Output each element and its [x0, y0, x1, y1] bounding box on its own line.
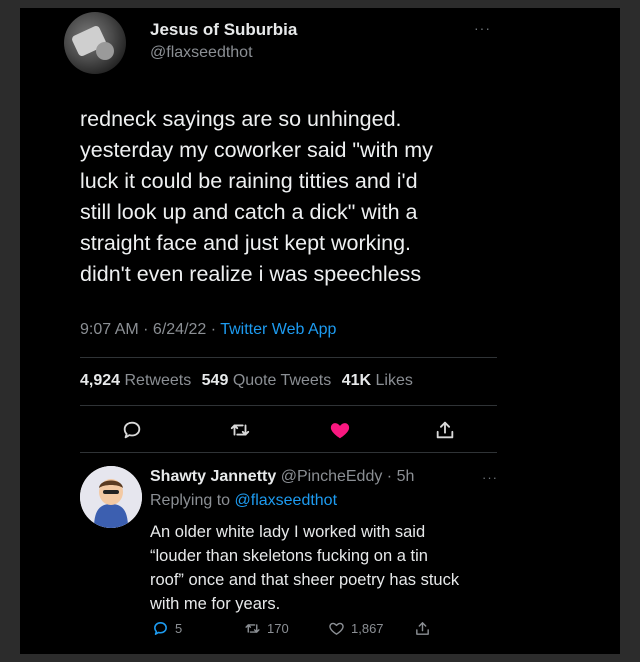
reply-more-options-icon[interactable]: ··· — [482, 470, 498, 485]
reply-retweets-count: 170 — [267, 621, 289, 636]
reply-reply-button[interactable]: 5 — [152, 620, 182, 637]
author-handle[interactable]: @flaxseedthot — [150, 44, 253, 62]
tweet-timestamp[interactable]: 9:07 AM · 6/24/22 · — [80, 321, 220, 338]
reply-avatar[interactable] — [80, 466, 142, 528]
retweets-stat[interactable]: 4,924 Retweets — [80, 372, 191, 389]
share-icon[interactable] — [433, 418, 457, 442]
reply-text: An older white lady I worked with said “… — [150, 523, 460, 613]
reply-author-name[interactable]: Shawty Jannetty — [150, 468, 276, 485]
reply-share-button[interactable] — [414, 620, 431, 637]
retweet-icon[interactable] — [228, 418, 252, 442]
divider — [80, 405, 497, 406]
replying-to: Replying to @flaxseedthot — [150, 492, 338, 509]
divider — [80, 357, 497, 358]
more-options-icon[interactable]: ··· — [474, 20, 491, 36]
replying-to-handle[interactable]: @flaxseedthot — [235, 492, 338, 509]
reply-icon[interactable] — [120, 418, 144, 442]
reply-icon — [154, 622, 167, 635]
tweet-stats: 4,924 Retweets 549 Quote Tweets 41K Like… — [80, 372, 413, 390]
retweet-icon — [245, 624, 260, 633]
heart-outline-icon — [329, 622, 344, 635]
share-icon — [416, 622, 429, 635]
author-name[interactable]: Jesus of Suburbia — [150, 20, 297, 40]
reply-retweet-button[interactable]: 170 — [244, 620, 289, 637]
reply-handle-time[interactable]: @PincheEddy · 5h — [281, 468, 415, 485]
reply-like-button[interactable]: 1,867 — [328, 620, 384, 637]
tweet-meta: 9:07 AM · 6/24/22 · Twitter Web App — [80, 321, 336, 339]
divider — [80, 452, 497, 453]
quote-tweets-stat[interactable]: 549 Quote Tweets — [202, 372, 332, 389]
reply-likes-count: 1,867 — [351, 621, 384, 636]
author-avatar[interactable] — [64, 12, 126, 74]
heart-icon[interactable] — [328, 418, 352, 442]
reply-author: Shawty Jannetty @PincheEddy · 5h — [150, 468, 414, 486]
tweet-text: redneck sayings are so unhinged. yesterd… — [80, 107, 433, 286]
reply-replies-count: 5 — [175, 621, 183, 636]
likes-stat[interactable]: 41K Likes — [342, 372, 413, 389]
tweet-source[interactable]: Twitter Web App — [220, 321, 336, 338]
